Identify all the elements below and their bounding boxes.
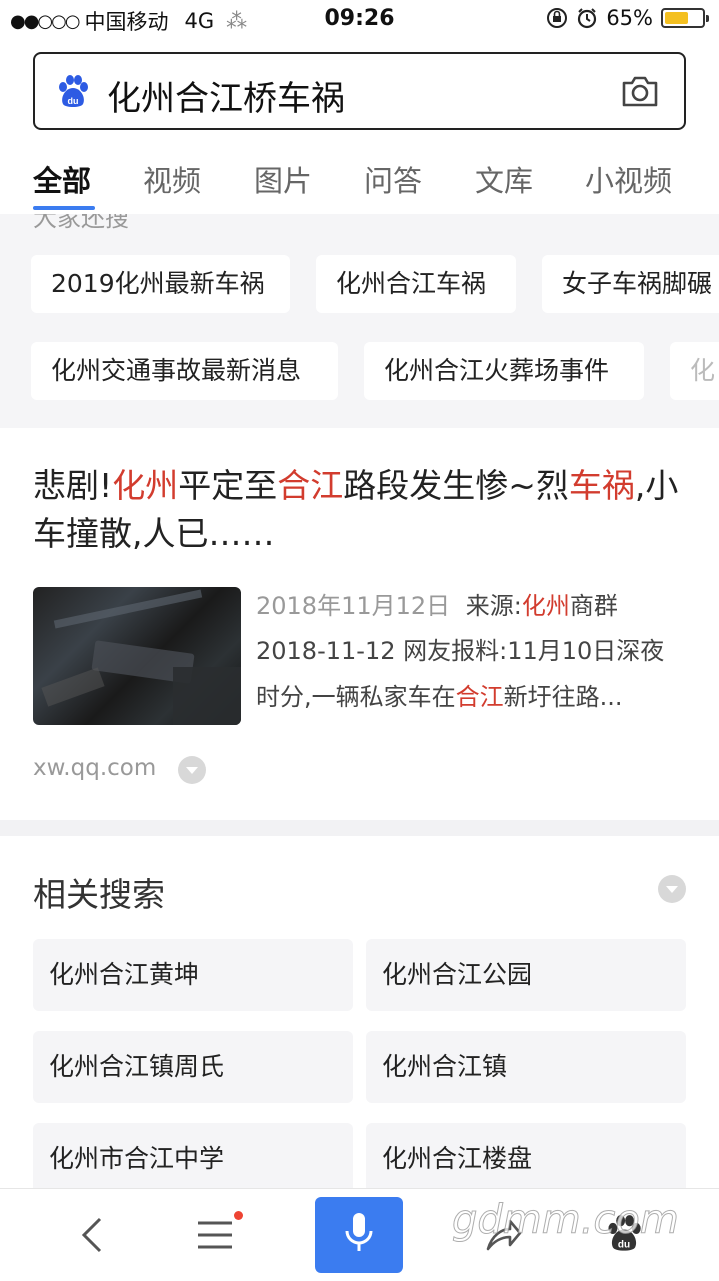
tab-qa[interactable]: 问答 bbox=[364, 158, 422, 200]
notification-dot bbox=[234, 1211, 243, 1220]
microphone-icon bbox=[345, 1213, 373, 1251]
title-text: 路段发生惨~烈 bbox=[343, 466, 569, 505]
baidu-paw-icon: du bbox=[59, 75, 88, 107]
suggest-chip[interactable]: 化州交通事故最新消息 bbox=[31, 342, 338, 400]
tab-images[interactable]: 图片 bbox=[254, 158, 312, 200]
result-date: 2018年11月12日 bbox=[256, 592, 451, 620]
watermark: gdmm.com bbox=[452, 1197, 680, 1244]
site-dropdown-icon[interactable] bbox=[178, 756, 206, 784]
snippet-line: 2018-11-12 网友报料:11月10日深夜 bbox=[256, 637, 665, 665]
suggest-chip[interactable]: 2019化州最新车祸 bbox=[31, 255, 290, 313]
result-site[interactable]: xw.qq.com bbox=[33, 755, 156, 781]
result-source-highlight: 化州 bbox=[521, 592, 570, 620]
battery-percent: 65% bbox=[606, 6, 653, 30]
section-divider bbox=[0, 820, 719, 836]
voice-search-button[interactable] bbox=[315, 1197, 403, 1273]
people-also-label: 大家还搜 bbox=[33, 214, 129, 232]
result-source-label: 来源: bbox=[465, 592, 522, 620]
related-collapse-icon[interactable] bbox=[658, 875, 686, 903]
result-title[interactable]: 悲剧!化州平定至合江路段发生惨~烈车祸,小车撞散,人已…… bbox=[33, 462, 683, 558]
battery-icon bbox=[661, 8, 709, 28]
related-title: 相关搜索 bbox=[33, 875, 165, 914]
search-query[interactable]: 化州合江桥车祸 bbox=[107, 71, 345, 120]
suggest-chip[interactable]: 化州合江火葬场事件 bbox=[364, 342, 644, 400]
tab-bar: 全部 视频 图片 问答 文库 小视频 bbox=[0, 150, 719, 214]
rotation-lock-icon bbox=[547, 8, 568, 28]
alarm-icon bbox=[578, 8, 597, 29]
title-highlight: 车祸 bbox=[568, 466, 635, 505]
result-meta: 2018年11月12日 来源:化州商群 bbox=[256, 586, 618, 621]
related-item[interactable]: 化州合江镇周氏 bbox=[33, 1031, 353, 1103]
back-icon[interactable] bbox=[76, 1215, 106, 1255]
status-right: 65% bbox=[546, 6, 709, 30]
result-thumbnail[interactable] bbox=[33, 587, 241, 725]
status-bar: ●●○○○ 中国移动 4G ⁂ 09:26 65% bbox=[0, 0, 719, 40]
related-item[interactable]: 化州合江公园 bbox=[366, 939, 686, 1011]
svg-text:du: du bbox=[68, 96, 79, 106]
search-box[interactable]: du 化州合江桥车祸 bbox=[33, 52, 686, 130]
tab-library[interactable]: 文库 bbox=[475, 158, 533, 200]
title-highlight: 合江 bbox=[277, 466, 344, 505]
result-snippet: 2018-11-12 网友报料:11月10日深夜 时分,一辆私家车在合江新圩往路… bbox=[256, 628, 686, 720]
suggest-chip[interactable]: 女子车祸脚碾 bbox=[542, 255, 719, 313]
suggest-chip[interactable]: 化 bbox=[670, 342, 719, 400]
bottom-toolbar: du gdmm.com bbox=[0, 1188, 719, 1281]
related-item[interactable]: 化州合江镇 bbox=[366, 1031, 686, 1103]
snippet-line: 时分,一辆私家车在合江新圩往路... bbox=[256, 683, 623, 711]
title-text: 平定至 bbox=[178, 466, 278, 505]
related-item[interactable]: 化州合江楼盘 bbox=[366, 1123, 686, 1195]
related-item[interactable]: 化州市合江中学 bbox=[33, 1123, 353, 1195]
title-highlight: 化州 bbox=[112, 466, 179, 505]
suggest-chip[interactable]: 化州合江车祸 bbox=[316, 255, 516, 313]
related-item[interactable]: 化州合江黄坤 bbox=[33, 939, 353, 1011]
camera-icon[interactable] bbox=[620, 72, 660, 110]
tab-all[interactable]: 全部 bbox=[33, 158, 91, 200]
result-source-rest: 商群 bbox=[569, 592, 618, 620]
people-also-search: 大家还搜 2019化州最新车祸 化州合江车祸 女子车祸脚碾 化州交通事故最新消息… bbox=[0, 214, 719, 428]
title-text: 悲剧! bbox=[33, 466, 113, 505]
menu-icon[interactable] bbox=[196, 1219, 234, 1251]
tab-video[interactable]: 视频 bbox=[143, 158, 201, 200]
tab-short-video[interactable]: 小视频 bbox=[585, 158, 672, 200]
tab-active-indicator bbox=[33, 206, 95, 210]
